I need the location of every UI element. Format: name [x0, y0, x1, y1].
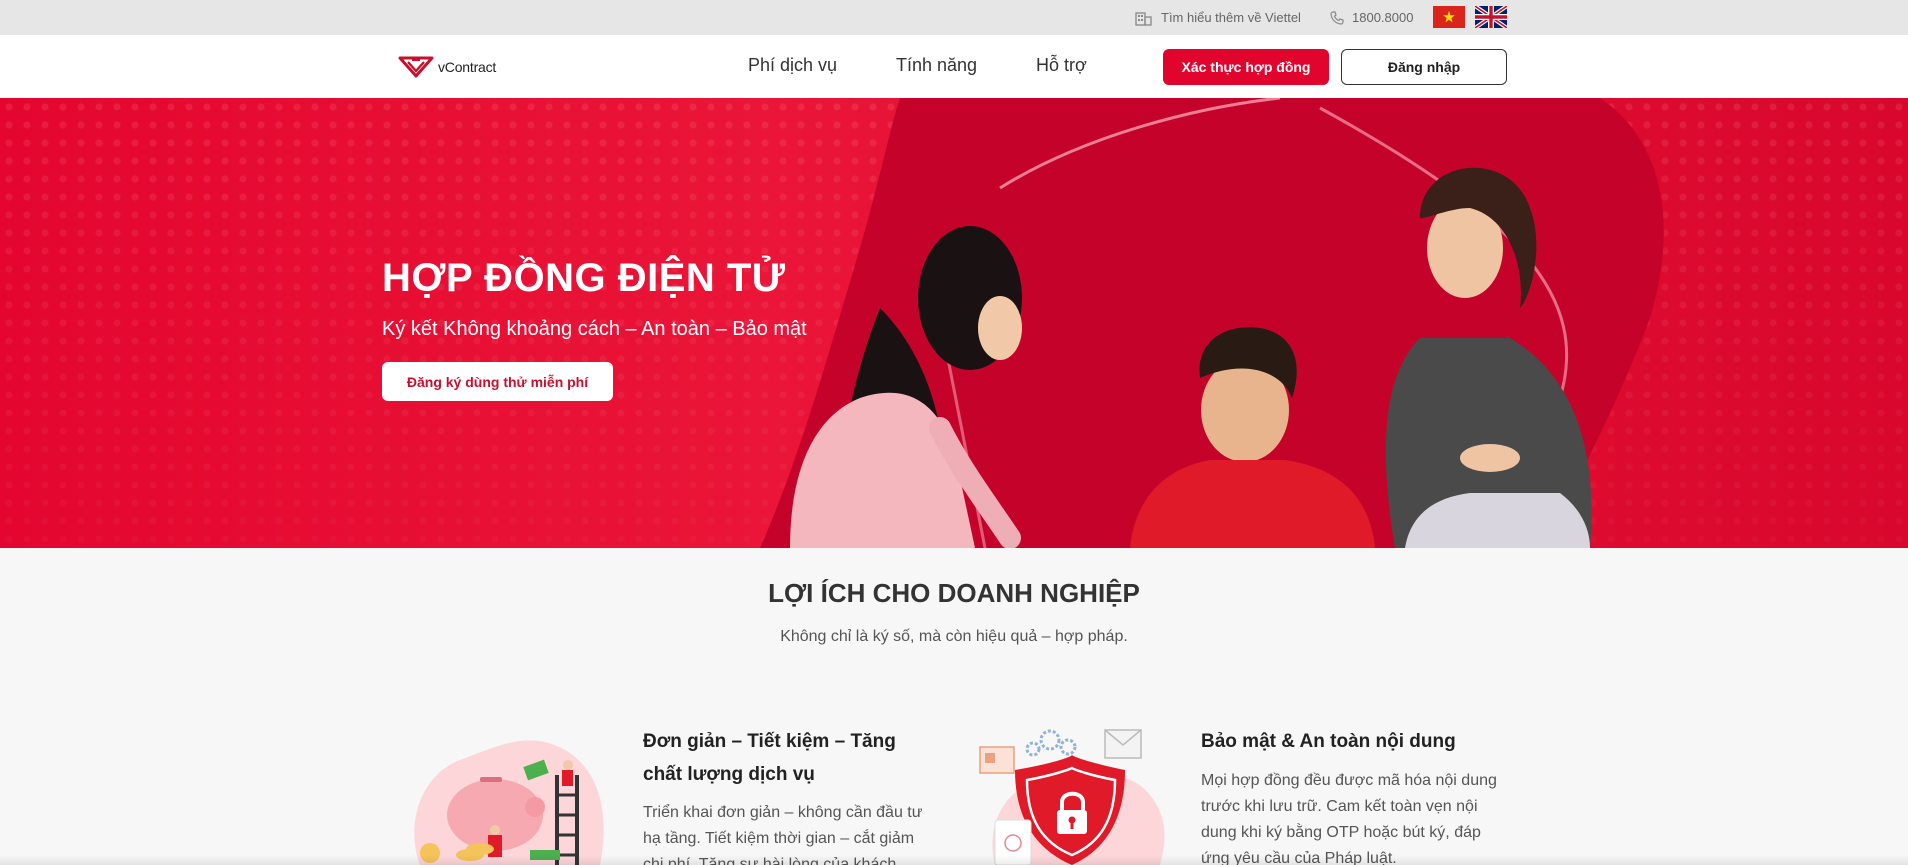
nav-support[interactable]: Hỗ trợ [1036, 55, 1087, 76]
main-header: vContract Phí dịch vụ Tính năng Hỗ trợ X… [0, 35, 1908, 98]
benefit-card-1-title: Đơn giản – Tiết kiệm – Tăng chất lượng d… [643, 725, 943, 791]
hero-background-art [0, 98, 1908, 548]
login-button[interactable]: Đăng nhập [1341, 49, 1507, 85]
security-shield-illustration [979, 729, 1165, 865]
nav-service-fee[interactable]: Phí dịch vụ [748, 55, 837, 76]
benefit-card-2-desc-line-3: dung khi ký bằng OTP hoặc bút ký, đáp [1201, 824, 1481, 841]
benefit-card-2-desc-line-2: trước khi lưu trữ. Cam kết toàn vẹn nội [1201, 798, 1478, 815]
nav-features[interactable]: Tính năng [896, 55, 977, 76]
hero-title: HỢP ĐỒNG ĐIỆN TỬ [382, 256, 786, 300]
verify-contract-button[interactable]: Xác thực hợp đồng [1163, 49, 1329, 85]
benefit-card-1-title-line-2: chất lượng dịch vụ [643, 764, 815, 785]
benefit-card-2-desc-line-1: Mọi hợp đồng đều được mã hóa nội dung [1201, 772, 1497, 789]
about-viettel-text: Tìm hiểu thêm về Viettel [1161, 10, 1301, 25]
benefit-card-2-desc: Mọi hợp đồng đều được mã hóa nội dung tr… [1201, 768, 1521, 865]
hotline-number: 1800.8000 [1352, 10, 1414, 25]
phone-icon [1330, 10, 1344, 25]
vi-flag-icon[interactable] [1433, 6, 1465, 28]
piggy-bank-illustration [414, 740, 604, 865]
about-viettel-link[interactable]: Tìm hiểu thêm về Viettel [1135, 0, 1301, 35]
building-icon [1135, 11, 1152, 26]
hotline-link[interactable]: 1800.8000 [1330, 0, 1413, 35]
benefits-title: LỢI ÍCH CHO DOANH NGHIỆP [768, 578, 1140, 608]
benefit-card-1-title-line-1: Đơn giản – Tiết kiệm – Tăng [643, 731, 896, 752]
free-trial-button[interactable]: Đăng ký dùng thử miễn phí [382, 362, 613, 401]
benefit-card-2-title-line-1: Bảo mật & An toàn nội dung [1201, 731, 1456, 752]
hero-banner: HỢP ĐỒNG ĐIỆN TỬ Ký kết Không khoảng các… [0, 98, 1908, 548]
benefit-card-1-desc-line-1: Triển khai đơn giản – không cần đầu tư [643, 804, 923, 821]
benefit-card-1-desc-line-2: hạ tầng. Tiết kiệm thời gian – cắt giảm [643, 830, 915, 847]
hero-subtitle: Ký kết Không khoảng cách – An toàn – Bảo… [382, 318, 807, 340]
benefit-card-2-title: Bảo mật & An toàn nội dung [1201, 725, 1521, 758]
en-flag-icon[interactable] [1475, 6, 1507, 28]
top-utility-bar: Tìm hiểu thêm về Viettel 1800.8000 [0, 0, 1908, 35]
benefits-subtitle: Không chỉ là ký số, mà còn hiệu quả – hợ… [780, 628, 1128, 645]
bottom-fade [0, 855, 1908, 865]
logo-text: vContract [438, 59, 497, 75]
vcontract-logo-icon [398, 56, 434, 78]
vcontract-logo[interactable]: vContract [398, 54, 496, 80]
